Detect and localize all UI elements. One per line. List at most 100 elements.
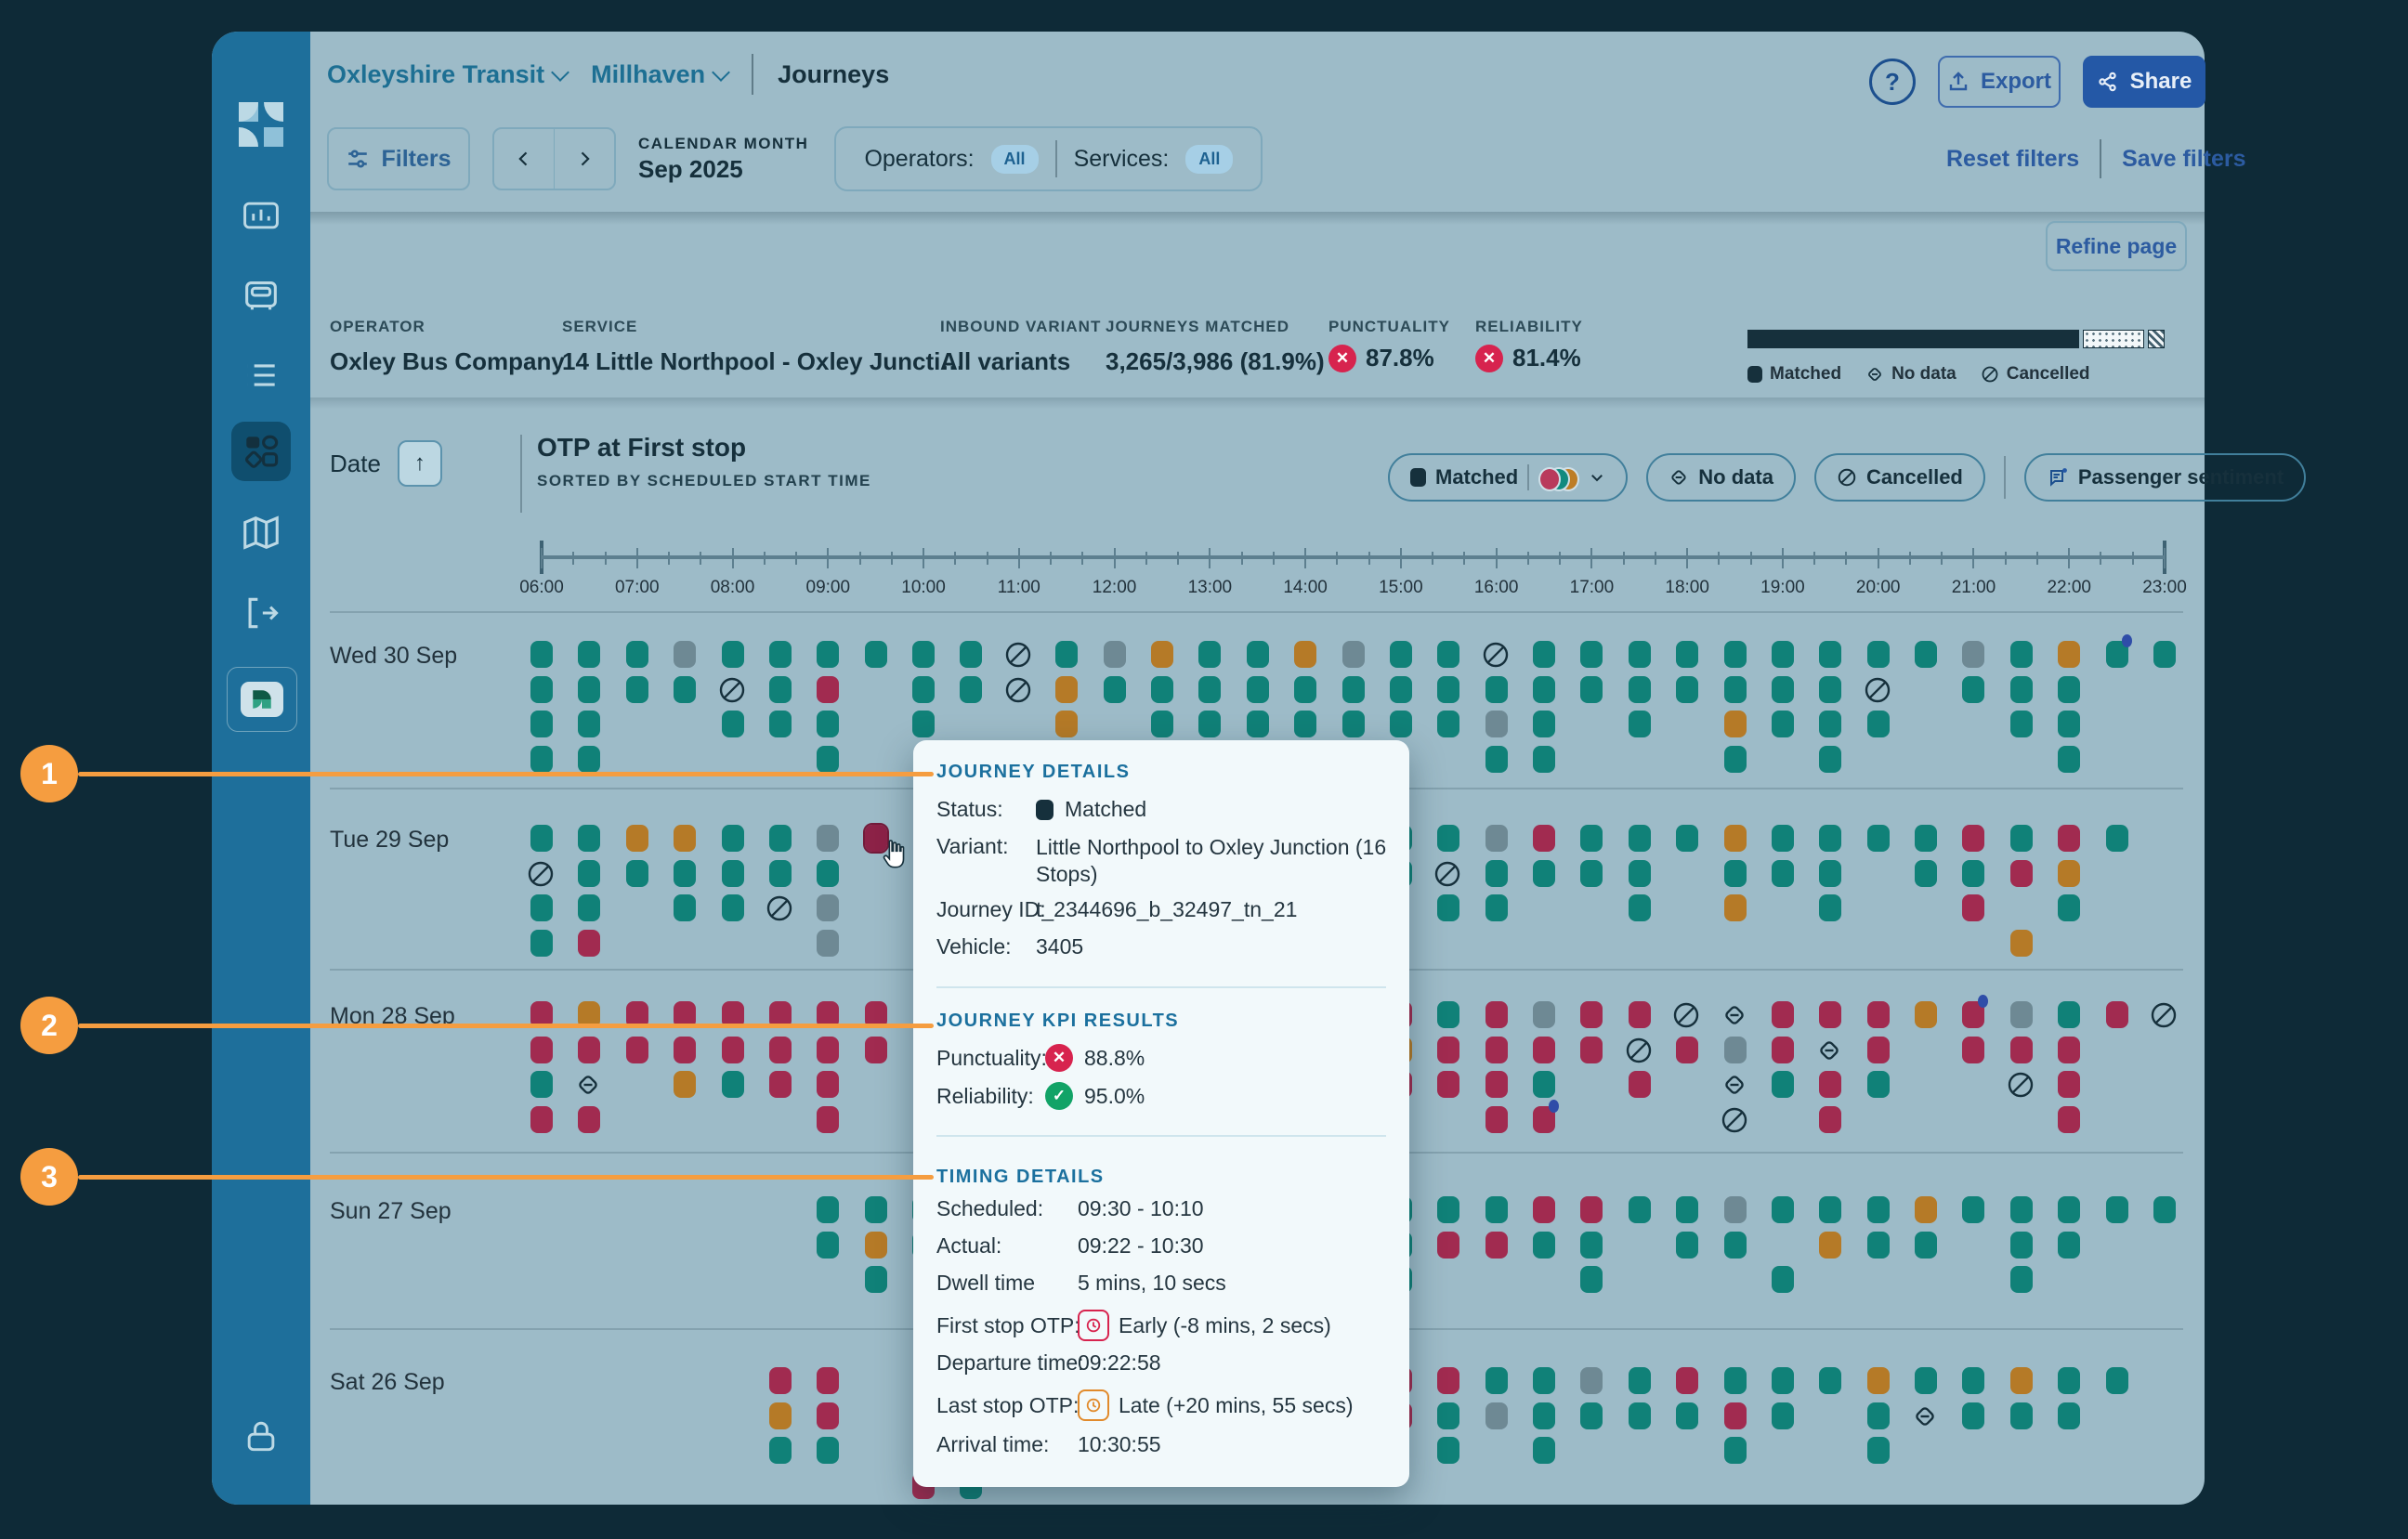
journey-cell[interactable] xyxy=(1867,1232,1890,1259)
journey-cell[interactable] xyxy=(530,825,553,852)
journey-cell[interactable] xyxy=(1724,1367,1747,1394)
journey-cell[interactable] xyxy=(674,641,696,668)
journey-cell[interactable] xyxy=(1437,1001,1459,1028)
journey-cell[interactable] xyxy=(2010,860,2033,887)
journey-cell[interactable] xyxy=(1724,860,1747,887)
journey-cell[interactable] xyxy=(1772,676,1794,703)
journey-cell[interactable] xyxy=(1580,676,1603,703)
journey-cell[interactable] xyxy=(865,1266,887,1293)
journey-cell[interactable] xyxy=(1485,1196,1508,1223)
journey-cell[interactable] xyxy=(960,676,982,703)
journey-cell[interactable] xyxy=(1867,1001,1890,1028)
journey-cell[interactable] xyxy=(1819,1071,1841,1098)
journey-cell[interactable] xyxy=(769,1437,792,1464)
journey-cell[interactable] xyxy=(674,894,696,921)
journey-cell[interactable] xyxy=(1580,1196,1603,1223)
journey-cell[interactable] xyxy=(722,825,744,852)
journey-cell[interactable] xyxy=(1247,641,1269,668)
journey-cell[interactable] xyxy=(1485,1001,1508,1028)
cancelled-journey-icon[interactable] xyxy=(2010,1071,2033,1098)
journey-cell[interactable] xyxy=(2010,930,2033,957)
journey-cell[interactable] xyxy=(1724,1437,1747,1464)
journey-cell[interactable] xyxy=(578,894,600,921)
journey-cell[interactable] xyxy=(1676,1037,1698,1063)
journey-cell[interactable] xyxy=(1867,1437,1890,1464)
journey-cell[interactable] xyxy=(1485,1071,1508,1098)
journey-cell[interactable] xyxy=(1772,825,1794,852)
journey-cell[interactable] xyxy=(1772,1037,1794,1063)
journey-cell[interactable] xyxy=(530,711,553,737)
cancelled-journey-icon[interactable] xyxy=(1629,1037,1651,1063)
journey-cell[interactable] xyxy=(1819,641,1841,668)
journey-cell[interactable] xyxy=(674,1037,696,1063)
journey-cell[interactable] xyxy=(2106,825,2128,852)
reset-filters-link[interactable]: Reset filters xyxy=(1946,146,2079,173)
journey-cell[interactable] xyxy=(1485,1037,1508,1063)
no-data-journey-icon[interactable] xyxy=(1724,1071,1747,1098)
journey-cell[interactable] xyxy=(1629,641,1651,668)
journey-cell[interactable] xyxy=(1819,676,1841,703)
cancelled-journey-icon[interactable] xyxy=(1485,641,1508,668)
journey-cell[interactable] xyxy=(817,1437,839,1464)
journey-cell[interactable] xyxy=(1342,711,1365,737)
journey-cell[interactable] xyxy=(817,1232,839,1259)
journey-cell[interactable] xyxy=(1772,1071,1794,1098)
journey-cell[interactable] xyxy=(1915,1196,1937,1223)
journey-cell[interactable] xyxy=(2010,1266,2033,1293)
journey-cell[interactable] xyxy=(1819,1001,1841,1028)
journey-cell[interactable] xyxy=(1485,1367,1508,1394)
journey-cell[interactable] xyxy=(722,641,744,668)
journey-cell[interactable] xyxy=(1962,676,1984,703)
journey-cell[interactable] xyxy=(1962,641,1984,668)
journey-cell[interactable] xyxy=(1533,825,1555,852)
journey-cell[interactable] xyxy=(578,1106,600,1133)
journey-cell[interactable] xyxy=(912,676,935,703)
journey-cell[interactable] xyxy=(817,1106,839,1133)
journey-cell[interactable] xyxy=(1294,641,1316,668)
journey-cell[interactable] xyxy=(530,894,553,921)
journey-cell[interactable] xyxy=(1676,1232,1698,1259)
journey-cell[interactable] xyxy=(1533,1437,1555,1464)
journey-cell[interactable] xyxy=(1772,1402,1794,1429)
journey-cell[interactable] xyxy=(1915,641,1937,668)
journey-cell[interactable] xyxy=(1629,1402,1651,1429)
journey-cell[interactable] xyxy=(1437,1402,1459,1429)
journey-cell[interactable] xyxy=(2058,711,2080,737)
journey-cell[interactable] xyxy=(2058,825,2080,852)
journey-cell[interactable] xyxy=(2010,1402,2033,1429)
journey-cell[interactable] xyxy=(1962,1037,1984,1063)
journey-cell[interactable] xyxy=(1676,641,1698,668)
journey-cell[interactable] xyxy=(1580,1001,1603,1028)
cancelled-journey-icon[interactable] xyxy=(722,676,744,703)
journey-cell[interactable] xyxy=(912,711,935,737)
cancelled-journey-icon[interactable] xyxy=(1008,676,1030,703)
breadcrumb-area-label[interactable]: Millhaven xyxy=(591,60,705,89)
journey-cell[interactable] xyxy=(2010,641,2033,668)
journey-cell[interactable] xyxy=(578,641,600,668)
journey-cell[interactable] xyxy=(1867,711,1890,737)
journey-cell[interactable] xyxy=(626,1037,648,1063)
journey-cell[interactable] xyxy=(1629,860,1651,887)
journey-cell[interactable] xyxy=(1819,860,1841,887)
journey-cell[interactable] xyxy=(1772,1367,1794,1394)
journey-cell[interactable] xyxy=(1437,1232,1459,1259)
journey-cell[interactable] xyxy=(2010,1037,2033,1063)
journey-cell[interactable] xyxy=(1724,641,1747,668)
journey-cell[interactable] xyxy=(769,860,792,887)
journey-cell[interactable] xyxy=(817,1071,839,1098)
journey-cell[interactable] xyxy=(1533,1071,1555,1098)
journey-cell[interactable] xyxy=(1485,825,1508,852)
journey-cell[interactable] xyxy=(1437,641,1459,668)
journey-cell[interactable] xyxy=(530,746,553,773)
journey-cell[interactable] xyxy=(1580,860,1603,887)
sidebar-item-list[interactable] xyxy=(212,349,310,401)
journey-cell[interactable] xyxy=(1104,676,1126,703)
journey-cell[interactable] xyxy=(1437,1367,1459,1394)
journey-cell[interactable] xyxy=(1629,894,1651,921)
journey-cell[interactable] xyxy=(2106,1001,2128,1028)
journey-cell[interactable] xyxy=(626,641,648,668)
journey-cell[interactable] xyxy=(1533,1037,1555,1063)
cancelled-journey-icon[interactable] xyxy=(769,894,792,921)
cancelled-journey-icon[interactable] xyxy=(530,860,553,887)
journey-cell[interactable] xyxy=(1772,711,1794,737)
